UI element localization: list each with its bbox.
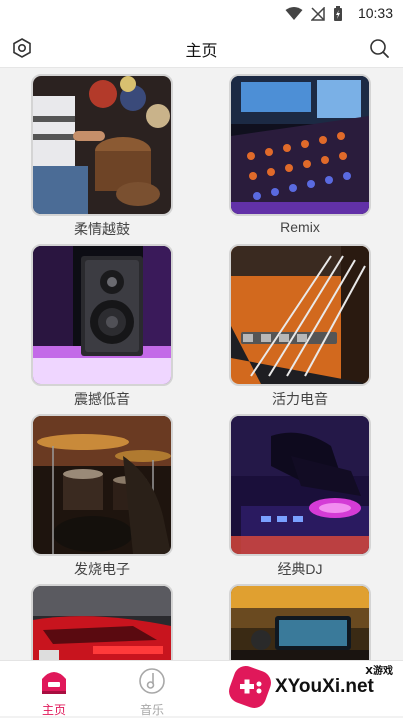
status-bar: 10:33 — [0, 0, 403, 28]
playlist-card[interactable]: 震撼低音 — [31, 244, 173, 409]
playlist-label: 经典DJ — [229, 559, 371, 579]
mixer-console-image — [231, 76, 369, 214]
home-icon — [39, 667, 69, 695]
watermark-brand: XYouXi.net — [275, 676, 374, 698]
status-time: 10:33 — [358, 5, 393, 21]
car-dashboard-image — [231, 586, 369, 660]
playlist-thumbnail[interactable] — [229, 74, 371, 216]
nav-label-home: 主页 — [24, 701, 84, 718]
playlist-thumbnail[interactable] — [31, 584, 173, 660]
speaker-image — [33, 246, 171, 384]
search-icon — [367, 36, 391, 60]
playlist-label: Remix — [229, 219, 371, 235]
playlist-card[interactable]: Remix — [229, 74, 371, 235]
playlist-thumbnail[interactable] — [229, 414, 371, 556]
nav-item-home[interactable]: 主页 — [24, 667, 84, 718]
playlist-card[interactable]: 发烧电子 — [31, 414, 173, 579]
battery-charging-icon — [333, 6, 343, 22]
playlist-card[interactable] — [229, 584, 371, 660]
nav-label-music: 音乐 — [122, 701, 182, 718]
bottom-navigation: 主页 音乐 X游戏 XYouXi.net — [0, 660, 403, 716]
playlist-card[interactable]: 经典DJ — [229, 414, 371, 579]
watermark-tag: X游戏 — [365, 662, 393, 677]
playlist-thumbnail[interactable] — [31, 244, 173, 386]
search-button[interactable] — [367, 36, 391, 60]
playlist-grid: 柔情越鼓 Remix — [0, 68, 403, 660]
app-bar: 主页 — [0, 28, 403, 68]
playlist-card[interactable]: 柔情越鼓 — [31, 74, 173, 239]
playlist-thumbnail[interactable] — [31, 414, 173, 556]
playlist-thumbnail[interactable] — [229, 244, 371, 386]
playlist-label: 发烧电子 — [31, 559, 173, 579]
dj-deck-image — [231, 416, 369, 554]
playlist-label: 活力电音 — [229, 389, 371, 409]
watermark-logo: X游戏 XYouXi.net — [227, 660, 397, 710]
playlist-thumbnail[interactable] — [229, 584, 371, 660]
nav-item-music[interactable]: 音乐 — [122, 667, 182, 718]
drum-kit-image — [33, 416, 171, 554]
playlist-card[interactable] — [31, 584, 173, 660]
playlist-label: 震撼低音 — [31, 389, 173, 409]
playlist-label: 柔情越鼓 — [31, 219, 173, 239]
bass-guitar-image — [231, 246, 369, 384]
wifi-icon — [285, 7, 303, 21]
gamepad-logo-icon — [227, 664, 273, 710]
drum-crowd-image — [33, 76, 171, 214]
music-icon — [138, 667, 166, 695]
page-title: 主页 — [0, 37, 403, 61]
playlist-thumbnail[interactable] — [31, 74, 173, 216]
no-signal-icon — [311, 7, 325, 21]
playlist-card[interactable]: 活力电音 — [229, 244, 371, 409]
status-icons — [285, 6, 343, 22]
red-car-image — [33, 586, 171, 660]
